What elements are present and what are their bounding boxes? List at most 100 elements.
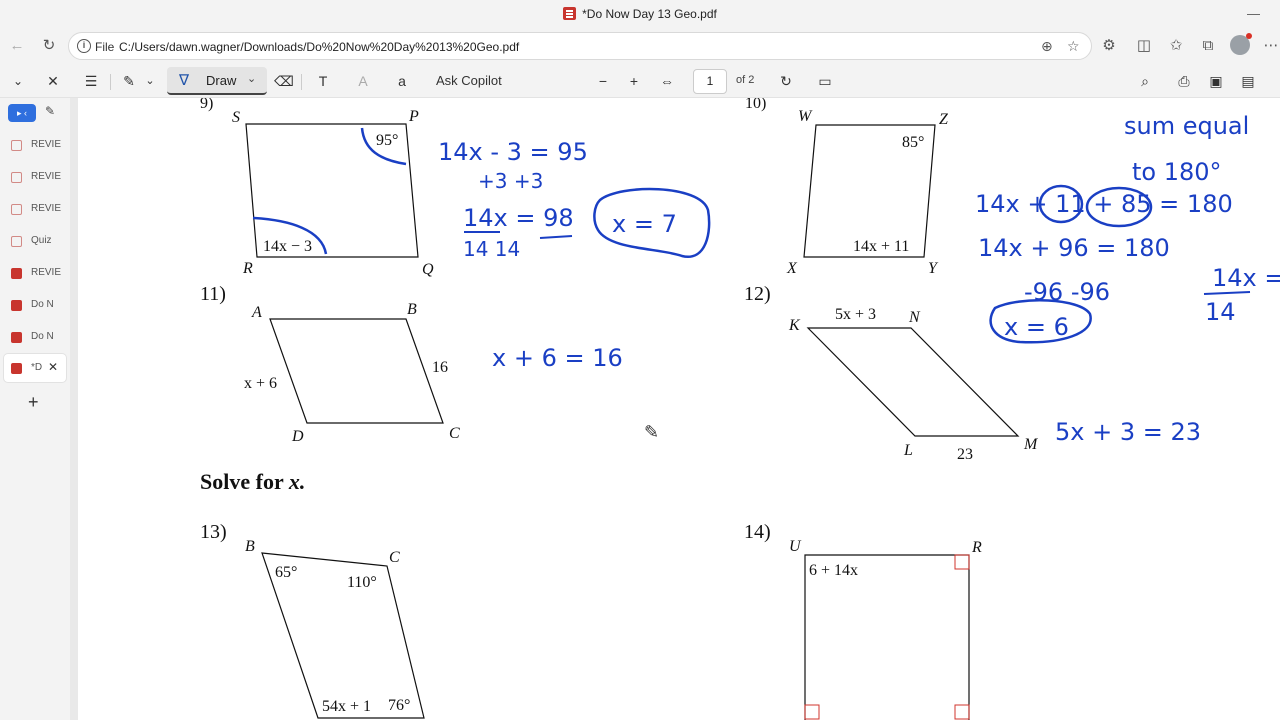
section-heading-var: x. [288, 469, 306, 494]
pdf-file-icon [563, 7, 577, 20]
vertex-label: B [407, 301, 417, 318]
pdf-tab-icon [11, 268, 22, 279]
vertex-label: P [408, 108, 419, 125]
sidebar-tab-label: *D [31, 362, 43, 373]
ink-answer: x = 7 [612, 210, 677, 238]
read-aloud-icon[interactable]: a [390, 71, 414, 91]
worksheet-canvas[interactable]: 9) S P Q R 95° 14x − 3 10) W Z Y X 85° 1… [78, 98, 1280, 720]
ink-equation: 14x = 98 [463, 204, 574, 232]
expand-sidebar-icon[interactable]: ▸ ‹ [8, 104, 36, 122]
document-area[interactable]: 9) S P Q R 95° 14x − 3 10) W Z Y X 85° 1… [70, 98, 1280, 720]
url-text[interactable]: C:/Users/dawn.wagner/Downloads/Do%20Now%… [119, 40, 519, 54]
sidebar-tab[interactable]: REVIE [4, 131, 66, 159]
parallelogram-shape [269, 318, 444, 424]
profile-avatar[interactable] [1230, 33, 1252, 55]
vertex-label: L [903, 442, 913, 459]
save-icon[interactable]: ▣ [1205, 71, 1227, 91]
title-bar: *Do Now Day 13 Geo.pdf — [0, 0, 1280, 30]
save-as-icon[interactable]: ▤ [1237, 71, 1259, 91]
highlight-chevron-icon[interactable]: ⌄ [142, 71, 158, 91]
split-screen-icon[interactable]: ◫ [1133, 36, 1155, 56]
sidebar-tab[interactable]: Quiz [4, 227, 66, 255]
extensions-icon[interactable]: ⚙ [1098, 36, 1120, 56]
angle-label: 14x + 11 [853, 238, 909, 255]
pdf-tab-icon [11, 300, 22, 311]
pdf-toolbar: ⌄ ✕ ☰ ✎ ⌄ ∇ Draw ⌄ ⌫ T A a Ask Copilot −… [0, 65, 1280, 98]
eraser-icon[interactable]: ⌫ [273, 71, 295, 91]
problem-number: 9) [200, 98, 213, 112]
pdf-viewer-window: *Do Now Day 13 Geo.pdf — ← ↻ i File C:/U… [0, 0, 1280, 720]
problem-number: 10) [745, 98, 766, 112]
fit-width-icon[interactable]: ⇔ [656, 71, 678, 91]
vertical-tabs-icon[interactable]: ✕ [42, 71, 64, 91]
sidebar-tab-label: REVIE [31, 171, 62, 182]
sidebar-tab-active[interactable]: *D ✕ [4, 354, 66, 382]
vertex-label: A [251, 304, 262, 321]
search-icon[interactable]: ⌕ [1134, 71, 1156, 91]
vertex-label: C [389, 549, 400, 566]
side-label: 16 [432, 359, 448, 376]
rectangle-shape [804, 554, 970, 720]
collections-icon[interactable]: ⧉ [1197, 36, 1219, 56]
page-number-input[interactable]: 1 [693, 69, 727, 94]
sidebar-tab[interactable]: REVIE [4, 259, 66, 287]
more-menu-icon[interactable]: ⋯ [1260, 36, 1280, 56]
new-tab-button[interactable]: + [28, 392, 39, 413]
angle-label: 76° [388, 697, 410, 714]
favorite-star-icon[interactable]: ☆ [1067, 38, 1080, 55]
vertex-label: N [908, 309, 921, 326]
pdf-page[interactable]: 9) S P Q R 95° 14x − 3 10) W Z Y X 85° 1… [78, 98, 1280, 720]
minimize-button[interactable]: — [1247, 6, 1260, 21]
ink-equation: +3 +3 [478, 169, 543, 193]
back-icon[interactable]: ← [6, 36, 28, 56]
favorites-icon[interactable]: ✩ [1165, 36, 1187, 56]
page-view-icon[interactable]: ▭ [814, 71, 836, 91]
sidebar-tab[interactable]: REVIE [4, 195, 66, 223]
vertex-label: B [245, 538, 255, 555]
zoom-in-button[interactable]: + [623, 71, 645, 91]
zoom-out-button[interactable]: − [592, 71, 614, 91]
pdf-tab-icon [11, 236, 22, 247]
tab-actions-chevron-icon[interactable]: ⌄ [8, 71, 28, 91]
draw-label: Draw [206, 73, 237, 88]
vertex-label: R [971, 539, 982, 556]
side-label: 6 + 14x [809, 562, 858, 579]
zoom-icon[interactable]: ⊕ [1041, 38, 1053, 55]
vertex-label: W [798, 108, 813, 125]
url-scheme: File [95, 40, 115, 54]
ask-copilot-button[interactable]: Ask Copilot [436, 73, 502, 88]
pdf-tab-icon [11, 140, 22, 151]
highlight-icon[interactable]: ✎ [118, 71, 140, 91]
refresh-icon[interactable]: ↻ [38, 36, 60, 56]
contents-list-icon[interactable]: ☰ [80, 71, 102, 91]
vertex-label: D [291, 428, 304, 445]
info-icon[interactable]: i [77, 39, 91, 53]
draw-chevron-icon[interactable]: ⌄ [247, 72, 256, 85]
address-bar[interactable]: i File C:/Users/dawn.wagner/Downloads/Do… [68, 32, 1092, 60]
vertex-label: S [232, 109, 240, 126]
rotate-icon[interactable]: ↻ [775, 71, 797, 91]
problem-number: 13) [200, 521, 227, 543]
sidebar-tab[interactable]: Do N [4, 291, 66, 319]
sidebar-tab[interactable]: Do N [4, 323, 66, 351]
close-tab-icon[interactable]: ✕ [48, 360, 58, 374]
add-text-icon[interactable]: T [312, 71, 334, 91]
print-icon[interactable]: ⎙ [1173, 71, 1195, 91]
edit-tabs-icon[interactable]: ✎ [45, 104, 55, 118]
sidebar-tab[interactable]: REVIE [4, 163, 66, 191]
right-angle-marker [954, 704, 970, 720]
text-format-icon[interactable]: A [352, 71, 374, 91]
vertex-label: X [786, 260, 798, 277]
vertex-label: R [242, 260, 253, 277]
window-title-wrap: *Do Now Day 13 Geo.pdf [0, 7, 1280, 21]
angle-label: 85° [902, 134, 924, 151]
ink-equation: 14x = [1212, 264, 1280, 292]
ink-equation: 14x + 11 + 85 = 180 [975, 190, 1233, 218]
problem-number: 11) [200, 283, 226, 305]
sidebar-tab-label: REVIE [31, 139, 62, 150]
ink-fraction-bar [1203, 291, 1251, 295]
sidebar-tab-label: Do N [31, 331, 54, 342]
sidebar-tab-label: Quiz [31, 235, 52, 246]
draw-button[interactable]: ∇ Draw ⌄ [167, 67, 267, 95]
right-angle-marker [954, 554, 970, 570]
